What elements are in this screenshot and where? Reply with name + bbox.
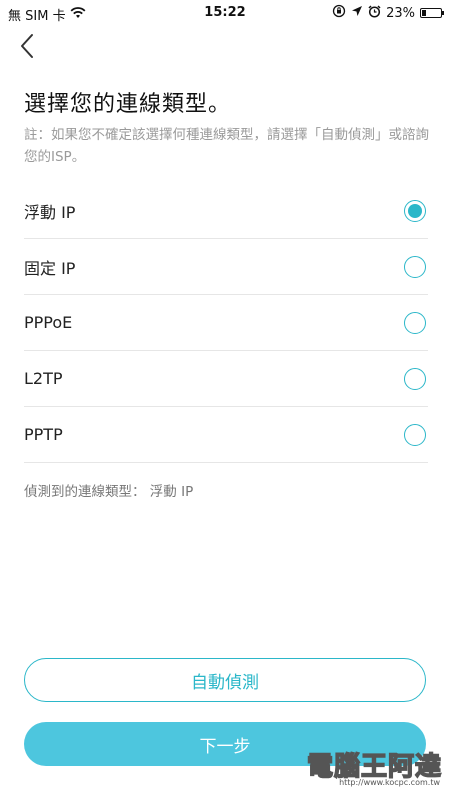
option-dynamic-ip[interactable]: 浮動 IP: [24, 183, 428, 239]
page-title: 選擇您的連線類型。: [24, 92, 232, 117]
radio-button[interactable]: [404, 423, 426, 446]
connection-type-list: 浮動 IP 固定 IP PPPoE L2TP PPTP: [24, 183, 428, 463]
battery-percent: 23%: [386, 5, 415, 21]
option-static-ip[interactable]: 固定 IP: [24, 239, 428, 295]
option-pptp[interactable]: PPTP: [24, 407, 428, 463]
detected-value: 浮動 IP: [149, 484, 194, 500]
battery-icon: [420, 8, 444, 18]
detected-connection-type: 偵測到的連線類型： 浮動 IP: [24, 480, 193, 500]
watermark-logo: 電腦王阿達 http://www.kocpc.com.tw: [272, 742, 442, 794]
radio-button[interactable]: [404, 367, 426, 390]
battery-level: [422, 10, 427, 16]
option-pppoe[interactable]: PPPoE: [24, 295, 428, 351]
watermark-url: http://www.kocpc.com.tw: [339, 778, 440, 787]
option-label: L2TP: [24, 369, 63, 388]
alarm-icon: [368, 4, 381, 22]
radio-button[interactable]: [404, 311, 426, 334]
radio-button[interactable]: [404, 199, 426, 222]
option-label: 固定 IP: [24, 258, 76, 278]
auto-detect-button[interactable]: 自動偵測: [24, 658, 426, 702]
option-label: PPTP: [24, 425, 63, 444]
status-right: 23%: [332, 4, 444, 22]
back-button[interactable]: [14, 30, 44, 62]
detected-label: 偵測到的連線類型：: [24, 484, 146, 500]
help-note: 註：如果您不確定該選擇何種連線類型，請選擇「自動偵測」或諮詢您的ISP。: [24, 127, 429, 165]
radio-button[interactable]: [404, 255, 426, 278]
lock-rotation-icon: [332, 4, 346, 22]
chevron-left-icon: [14, 34, 44, 66]
status-bar: 無 SIM 卡 15:22 23%: [0, 0, 450, 26]
option-l2tp[interactable]: L2TP: [24, 351, 428, 407]
location-icon: [351, 5, 363, 21]
option-label: 浮動 IP: [24, 202, 76, 222]
option-label: PPPoE: [24, 313, 73, 332]
